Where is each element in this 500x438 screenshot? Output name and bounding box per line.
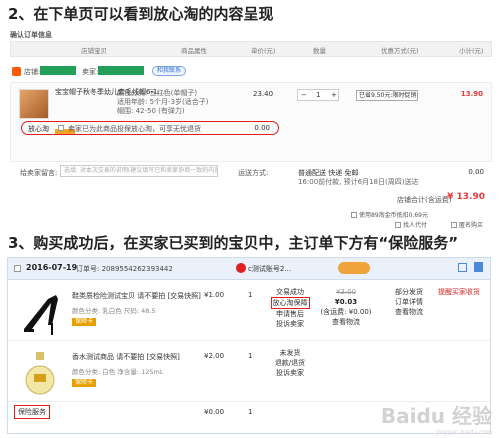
item-attrs: 颜色分类: 白色 净含量: 125mL bbox=[72, 368, 164, 376]
quantity-value[interactable]: 1 bbox=[316, 91, 320, 99]
store-total: ¥ 13.90 bbox=[447, 192, 485, 202]
shop-row: 店铺: 卖家: 和我联系 bbox=[10, 65, 492, 79]
shop-label: 店铺: bbox=[24, 68, 41, 76]
store-total-label: 店铺合计(含运费) bbox=[397, 196, 452, 204]
order-header: 2016-07-19 订单号: 2089554262393442 c测试账号2.… bbox=[8, 258, 490, 280]
payment-column: ¥3.00 ¥0.03 (含运费: ¥0.00) 查看物流 bbox=[320, 287, 372, 327]
insurance-checkbox[interactable] bbox=[58, 125, 64, 131]
status-not-shipped: 未发货 bbox=[279, 349, 301, 357]
refund-link[interactable]: 退款/退货 bbox=[264, 358, 316, 368]
friend-pay-label: 找人代付 bbox=[403, 222, 428, 229]
column-header: 店铺宝贝 商品属性 单价(元) 数量 优惠方式(元) 小计(元) bbox=[10, 41, 492, 57]
insurance-guarantee-link[interactable]: 放心淘保障 bbox=[270, 297, 310, 309]
promotion-select[interactable]: 已省9.50元:限时促销 bbox=[356, 90, 418, 101]
confirm-order-panel: 确认订单信息 店铺宝贝 商品属性 单价(元) 数量 优惠方式(元) 小计(元) … bbox=[5, 24, 495, 229]
original-price: ¥3.00 bbox=[335, 288, 357, 296]
insurance-text: 卖家已为此商品投保放心淘，可享无忧退货 bbox=[68, 125, 201, 133]
step2-heading: 2、在下单页可以看到放心淘的内容呈现 bbox=[8, 5, 274, 23]
status-column: 交易成功 放心淘保障 申请售后 投诉卖家 bbox=[264, 287, 316, 329]
anonymous-checkbox[interactable] bbox=[451, 222, 457, 228]
order-detail-link[interactable]: 订单详情 bbox=[384, 297, 434, 307]
status-success: 交易成功 bbox=[276, 288, 304, 296]
share-icon[interactable] bbox=[458, 263, 467, 272]
anonymous-label: 匿名购买 bbox=[459, 222, 484, 229]
perfume-bottle-image[interactable] bbox=[18, 346, 62, 398]
insurance-price: ¥0.00 bbox=[204, 408, 225, 416]
shop-icon bbox=[12, 67, 21, 76]
item-qty: 1 bbox=[248, 352, 253, 360]
shipping-label: 运送方式: bbox=[238, 169, 269, 177]
shop-badge-icon bbox=[236, 263, 246, 273]
status-column: 未发货 退款/退货 投诉卖家 bbox=[264, 348, 316, 378]
minus-icon[interactable]: − bbox=[301, 91, 307, 99]
col-attrs: 商品属性 bbox=[181, 47, 207, 55]
seller-label: 卖家: bbox=[82, 68, 99, 76]
attr-size: 帽围: 42-50 (有弹力) bbox=[117, 107, 185, 115]
plus-icon[interactable]: + bbox=[331, 91, 337, 99]
col-shop-item: 店铺宝贝 bbox=[81, 47, 107, 55]
watermark-url: jingyan.baidu.com bbox=[436, 429, 492, 436]
item-name[interactable]: 香水测试商品 请不要拍 [交易快照] bbox=[72, 352, 180, 362]
item-price: ¥1.00 bbox=[204, 291, 225, 299]
paid-amount: ¥0.03 bbox=[334, 298, 358, 306]
order-item-row: 鞋类质检险测试宝贝 请不要拍 [交易快照] 颜色分类: 乳白色 尺码: 48.5… bbox=[8, 281, 490, 341]
item-name[interactable]: 鞋类质检险测试宝贝 请不要拍 [交易快照] bbox=[72, 291, 201, 301]
insurance-price: 0.00 bbox=[254, 124, 270, 132]
insurance-service-label[interactable]: 保险服务 bbox=[14, 405, 50, 419]
step3-heading: 3、购买成功后，在买家已买到的宝贝中，主订单下方有“保险服务” bbox=[8, 234, 459, 252]
complain-link[interactable]: 投诉卖家 bbox=[264, 319, 316, 329]
item-attrs: 颜色分类: 乳白色 尺码: 48.5 bbox=[72, 307, 156, 315]
coin-checkbox[interactable] bbox=[351, 212, 357, 218]
order-number: 订单号: 2089554262393442 bbox=[76, 265, 173, 273]
item-price: ¥2.00 bbox=[204, 352, 225, 360]
col-subtotal: 小计(元) bbox=[459, 47, 484, 55]
guarantee-badge[interactable]: 保障卡 bbox=[72, 379, 97, 387]
item-subtotal: 13.90 bbox=[460, 90, 483, 98]
insurance-label: 放心淘 bbox=[28, 125, 49, 133]
order-date: 2016-07-19 bbox=[26, 263, 78, 272]
after-sale-link[interactable]: 申请售后 bbox=[264, 309, 316, 319]
logistics-link[interactable]: 查看物流 bbox=[384, 307, 434, 317]
insurance-highlight: 放心淘 卖家已为此商品投保放心淘，可享无忧退货 0.00 bbox=[21, 121, 279, 135]
watermark-text: Baidu 经验 bbox=[380, 404, 492, 428]
operation-column: 部分发货 订单详情 查看物流 bbox=[384, 287, 434, 317]
shop-name-redacted[interactable] bbox=[40, 66, 76, 75]
contact-seller-button[interactable]: 和我联系 bbox=[152, 66, 187, 76]
baidu-watermark-logo: Baidu 经验 jingyan.baidu.com bbox=[381, 400, 492, 436]
seller-name-redacted[interactable] bbox=[98, 66, 144, 75]
message-input[interactable]: 选填: 对本次交易的说明(建议填写已和卖家协商一致的内容) bbox=[60, 165, 218, 177]
shipping-included: (含运费: ¥0.00) bbox=[320, 308, 372, 316]
coin-deduct-label: 使用89淘金币抵扣0.69元 bbox=[359, 212, 428, 219]
friend-pay-option[interactable]: 找人代付 bbox=[395, 220, 427, 229]
chat-wangwang-icon[interactable] bbox=[338, 262, 370, 274]
col-qty: 数量 bbox=[313, 47, 326, 55]
order-item-row: 香水测试商品 请不要拍 [交易快照] 颜色分类: 白色 净含量: 125mL 保… bbox=[8, 342, 490, 402]
insurance-qty: 1 bbox=[248, 408, 253, 416]
col-discount: 优惠方式(元) bbox=[381, 47, 419, 55]
shipping-price: 0.00 bbox=[468, 168, 484, 176]
friend-pay-checkbox[interactable] bbox=[395, 222, 401, 228]
product-thumbnail[interactable] bbox=[19, 89, 49, 119]
flag-icon[interactable] bbox=[474, 262, 483, 272]
high-heel-image[interactable] bbox=[18, 285, 62, 337]
partial-ship-link[interactable]: 部分发货 bbox=[384, 287, 434, 297]
view-logistics-link[interactable]: 查看物流 bbox=[320, 317, 372, 327]
order-checkbox[interactable] bbox=[14, 265, 21, 272]
shipping-note: 16:00前付款, 预计6月18日(周四)送达 bbox=[298, 178, 419, 186]
guarantee-badge[interactable]: 保障卡 bbox=[72, 318, 97, 326]
order-shop-name[interactable]: c测试账号2... bbox=[248, 264, 291, 274]
message-label: 给卖家留言: bbox=[20, 169, 58, 177]
anonymous-option[interactable]: 匿名购买 bbox=[451, 220, 483, 229]
col-unit-price: 单价(元) bbox=[251, 47, 276, 55]
message-shipping-row: 给卖家留言: 选填: 对本次交易的说明(建议填写已和卖家协商一致的内容) 运送方… bbox=[10, 164, 492, 190]
quantity-stepper[interactable]: − 1 + bbox=[297, 89, 339, 101]
remind-buyer-link[interactable]: 提醒买家收货 bbox=[438, 287, 480, 297]
unit-price: 23.40 bbox=[253, 90, 274, 98]
coin-deduct-option[interactable]: 使用89淘金币抵扣0.69元 bbox=[351, 210, 428, 219]
confirm-order-title: 确认订单信息 bbox=[10, 31, 52, 39]
complain-link[interactable]: 投诉卖家 bbox=[264, 368, 316, 378]
item-qty: 1 bbox=[248, 291, 253, 299]
